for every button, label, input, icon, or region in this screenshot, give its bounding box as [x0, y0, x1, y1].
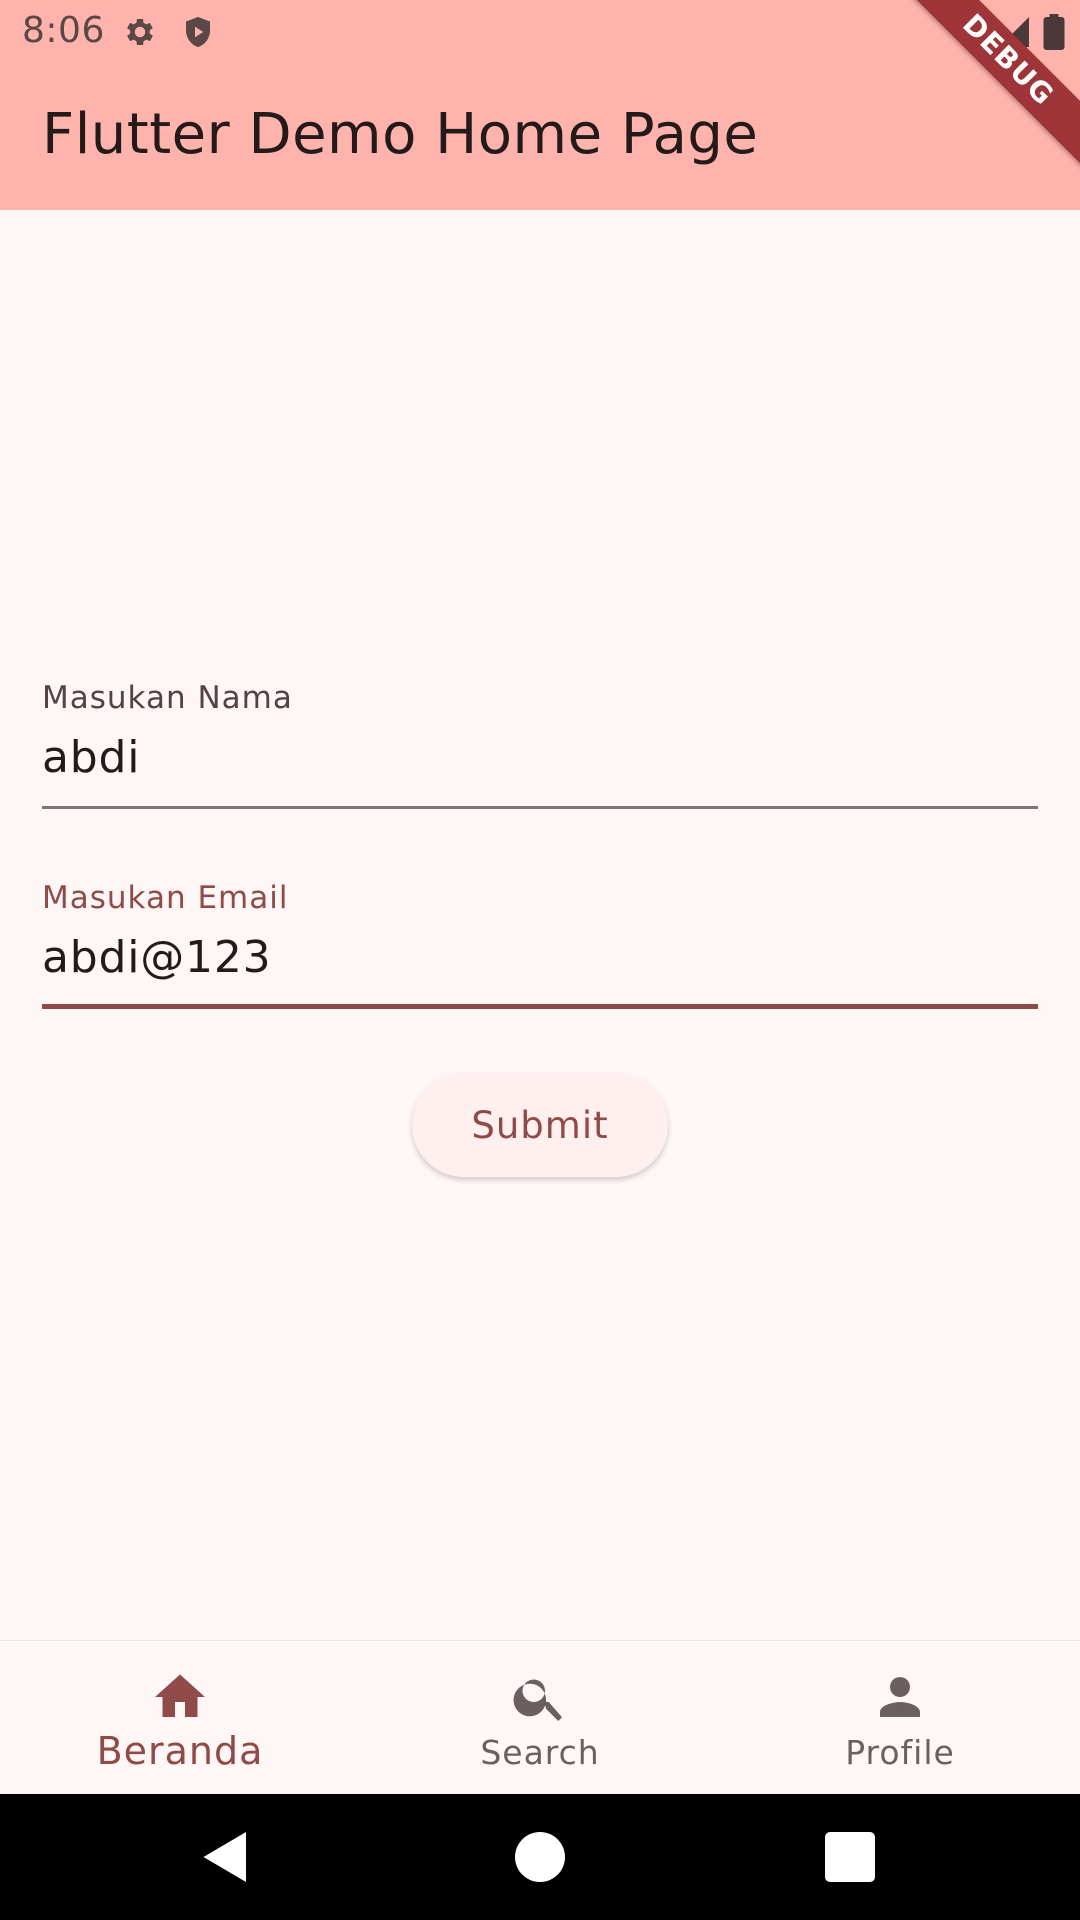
- home-icon: [155, 1674, 205, 1717]
- app-bar: 8:06 Flutter Demo Home Page DEBUG: [0, 0, 1080, 210]
- email-field[interactable]: Masukan Email abdi@123: [42, 880, 1038, 1010]
- email-field-underline: [42, 1004, 1038, 1009]
- person-icon: [880, 1677, 920, 1717]
- search-icon: [513, 1679, 562, 1721]
- nav-item-profile[interactable]: Profile: [720, 1641, 1080, 1795]
- name-field[interactable]: Masukan Nama abdi: [42, 680, 1038, 810]
- recents-icon[interactable]: [820, 1827, 880, 1887]
- email-input[interactable]: abdi@123: [42, 932, 1038, 983]
- battery-icon: [1043, 14, 1065, 50]
- app-screen: 8:06 Flutter Demo Home Page DEBUG Masuka…: [0, 0, 1080, 1920]
- name-input[interactable]: abdi: [42, 732, 1038, 783]
- system-navigation-bar: [0, 1794, 1080, 1920]
- status-bar: 8:06: [0, 0, 1080, 64]
- bottom-navigation: Beranda Search Profile: [0, 1640, 1080, 1795]
- page-title: Flutter Demo Home Page: [42, 102, 759, 167]
- nav-label-beranda: Beranda: [96, 1729, 264, 1773]
- submit-button[interactable]: Submit: [412, 1073, 668, 1177]
- back-icon[interactable]: [196, 1827, 256, 1887]
- gear-icon: [127, 18, 153, 46]
- home-circle-icon[interactable]: [510, 1827, 570, 1887]
- nav-item-beranda[interactable]: Beranda: [0, 1641, 360, 1795]
- name-field-label: Masukan Nama: [42, 680, 293, 716]
- name-field-underline: [42, 806, 1038, 809]
- email-field-label: Masukan Email: [42, 880, 289, 916]
- nav-label-profile: Profile: [845, 1733, 955, 1772]
- shield-icon: [186, 17, 210, 47]
- nav-label-search: Search: [480, 1733, 600, 1772]
- status-time: 8:06: [22, 10, 105, 51]
- nav-item-search[interactable]: Search: [360, 1641, 720, 1795]
